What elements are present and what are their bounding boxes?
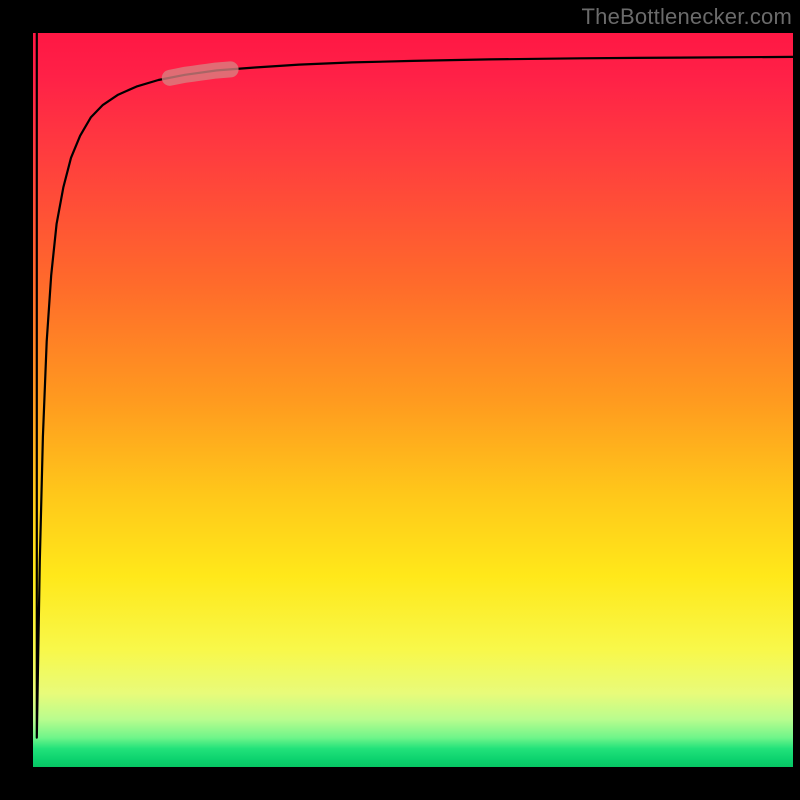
highlight-segment (170, 69, 231, 77)
plot-area (33, 33, 793, 767)
attribution-label: TheBottlenecker.com (582, 4, 792, 30)
chart-frame: TheBottlenecker.com (0, 0, 800, 800)
bottleneck-curve (37, 33, 793, 738)
curve-layer (33, 33, 793, 767)
